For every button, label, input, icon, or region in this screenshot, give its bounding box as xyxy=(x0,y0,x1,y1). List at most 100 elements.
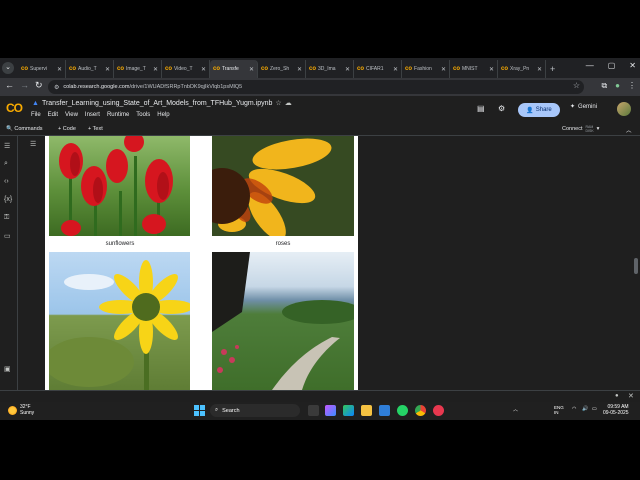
colab-status-bar: ● ✕ xyxy=(0,390,640,402)
colab-favicon-icon: co xyxy=(357,66,365,72)
battery-icon[interactable]: ▭ xyxy=(592,406,597,412)
forward-icon[interactable]: → xyxy=(20,80,29,90)
browser-tab[interactable]: co MNIST ✕ xyxy=(450,60,498,78)
extensions-icon[interactable]: ⧉ xyxy=(601,81,607,91)
edge-icon[interactable] xyxy=(343,405,354,416)
close-tab-icon[interactable]: ✕ xyxy=(153,66,158,73)
colab-logo-icon[interactable]: CO xyxy=(6,101,23,115)
copilot-icon[interactable] xyxy=(325,405,336,416)
cloud-save-icon[interactable]: ☁ xyxy=(285,99,292,107)
colab-favicon-icon: co xyxy=(117,66,125,72)
browser-tab[interactable]: co Video_T ✕ xyxy=(162,60,210,78)
browser-tab[interactable]: co Xray_Pn ✕ xyxy=(498,60,546,78)
whatsapp-icon[interactable] xyxy=(397,405,408,416)
browser-tab[interactable]: co CIFAR1 ✕ xyxy=(354,60,402,78)
runtime-dropdown-icon[interactable]: ▾ xyxy=(597,126,600,132)
colab-favicon-icon: co xyxy=(309,66,317,72)
cell-output-menu-icon[interactable]: ☰ xyxy=(30,140,36,148)
cell-output-images: sunflowers roses xyxy=(45,136,358,390)
lang-bottom: IN xyxy=(554,410,559,415)
bookmark-star-icon[interactable]: ☆ xyxy=(573,81,580,90)
wifi-icon[interactable]: ◠ xyxy=(572,406,576,412)
chrome-icon[interactable] xyxy=(415,405,426,416)
taskbar-search-input[interactable]: ⌕ Search xyxy=(210,404,300,417)
task-view-icon[interactable] xyxy=(308,405,319,416)
avatar[interactable] xyxy=(617,102,631,116)
comments-icon[interactable]: ▤ xyxy=(477,104,485,113)
window-controls: — ▢ ✕ xyxy=(586,61,636,70)
notebook-title[interactable]: Transfer_Learning_using_State_of_Art_Mod… xyxy=(42,100,272,107)
url-input[interactable]: ⚙ colab.research.google.com/drive/1WUADf… xyxy=(48,80,584,94)
windows-start-icon[interactable] xyxy=(194,405,205,416)
close-tab-icon[interactable]: ✕ xyxy=(201,66,206,73)
tray-overflow-icon[interactable]: ︿ xyxy=(513,406,518,413)
app-icon[interactable] xyxy=(433,405,444,416)
close-tab-icon[interactable]: ✕ xyxy=(57,66,62,73)
star-notebook-icon[interactable]: ☆ xyxy=(275,99,281,107)
add-code-button[interactable]: + Code xyxy=(58,126,76,132)
browser-tab[interactable]: co Audio_T ✕ xyxy=(66,60,114,78)
share-button[interactable]: 👤 Share xyxy=(518,103,560,117)
profile-icon[interactable]: ● xyxy=(615,81,620,91)
sunflower-field-image xyxy=(49,252,190,390)
browser-tab[interactable]: co Image_T ✕ xyxy=(114,60,162,78)
menu-runtime[interactable]: Runtime xyxy=(107,112,129,118)
table-of-contents-icon[interactable]: ☰ xyxy=(4,142,10,150)
browser-tab[interactable]: co 3D_Ima ✕ xyxy=(306,60,354,78)
close-tab-icon[interactable]: ✕ xyxy=(345,66,350,73)
close-tab-icon[interactable]: ✕ xyxy=(393,66,398,73)
menu-insert[interactable]: Insert xyxy=(85,112,100,118)
tab-label: MNIST xyxy=(462,66,478,72)
disk-label: DISK xyxy=(585,129,594,133)
gemini-button[interactable]: ✦ Gemini xyxy=(570,103,597,111)
menu-edit[interactable]: Edit xyxy=(48,112,58,118)
close-tab-icon[interactable]: ✕ xyxy=(441,66,446,73)
landscape-image xyxy=(212,252,354,390)
close-window-icon[interactable]: ✕ xyxy=(629,61,636,70)
vscode-icon[interactable] xyxy=(379,405,390,416)
browser-tab[interactable]: co Fashion ✕ xyxy=(402,60,450,78)
menu-tools[interactable]: Tools xyxy=(136,112,150,118)
connect-label: Connect xyxy=(562,126,583,132)
site-info-icon[interactable]: ⚙ xyxy=(54,84,59,91)
browser-tab[interactable]: co Transfe ✕ xyxy=(210,60,258,78)
url-path: /drive/1WUADfSRRpTnbDK9qjIkVlqb1psMlQ5 xyxy=(129,84,243,90)
new-tab-icon[interactable]: + xyxy=(550,60,555,78)
menu-view[interactable]: View xyxy=(65,112,78,118)
add-text-button[interactable]: + Text xyxy=(88,126,103,132)
file-explorer-icon[interactable] xyxy=(361,405,372,416)
back-icon[interactable]: ← xyxy=(5,80,14,90)
reload-icon[interactable]: ↻ xyxy=(35,80,43,91)
tab-label: Supervi xyxy=(30,66,47,72)
menu-help[interactable]: Help xyxy=(157,112,169,118)
weather-widget[interactable]: 32°F Sunny xyxy=(8,404,34,416)
code-snippets-icon[interactable]: ‹› xyxy=(4,178,9,185)
tab-search-button[interactable]: ⌄ xyxy=(2,62,14,74)
notebook-scrollbar[interactable] xyxy=(634,258,638,274)
browser-tab[interactable]: co Zero_Sh ✕ xyxy=(258,60,306,78)
find-replace-icon[interactable]: ⌕ xyxy=(4,160,8,168)
files-folder-icon[interactable]: ▭ xyxy=(4,232,11,240)
sun-icon xyxy=(8,405,17,415)
variables-icon[interactable]: {x} xyxy=(4,196,12,203)
taskbar-clock[interactable]: 09:59 AM 09-05-2025 xyxy=(603,404,629,416)
menu-file[interactable]: File xyxy=(31,112,41,118)
collapse-header-icon[interactable]: ︿ xyxy=(626,126,632,134)
browser-tab[interactable]: co Supervi ✕ xyxy=(18,60,66,78)
language-indicator[interactable]: ENG IN xyxy=(554,405,564,415)
close-tab-icon[interactable]: ✕ xyxy=(297,66,302,73)
close-tab-icon[interactable]: ✕ xyxy=(105,66,110,73)
volume-icon[interactable]: 🔊 xyxy=(582,406,588,412)
connect-button[interactable]: Connect RAM DISK ▾ xyxy=(562,125,599,133)
close-tab-icon[interactable]: ✕ xyxy=(489,66,494,73)
maximize-icon[interactable]: ▢ xyxy=(608,61,616,70)
browser-menu-icon[interactable]: ⋮ xyxy=(628,81,636,91)
secrets-key-icon[interactable]: ⚿ xyxy=(4,214,9,222)
settings-gear-icon[interactable]: ⚙ xyxy=(498,104,505,113)
close-status-icon[interactable]: ✕ xyxy=(628,392,634,400)
close-tab-icon[interactable]: ✕ xyxy=(537,66,542,73)
minimize-icon[interactable]: — xyxy=(586,61,594,70)
close-tab-icon[interactable]: ✕ xyxy=(249,66,254,73)
commands-button[interactable]: 🔍 Commands xyxy=(6,126,43,132)
terminal-icon[interactable]: ▣ xyxy=(4,365,11,373)
